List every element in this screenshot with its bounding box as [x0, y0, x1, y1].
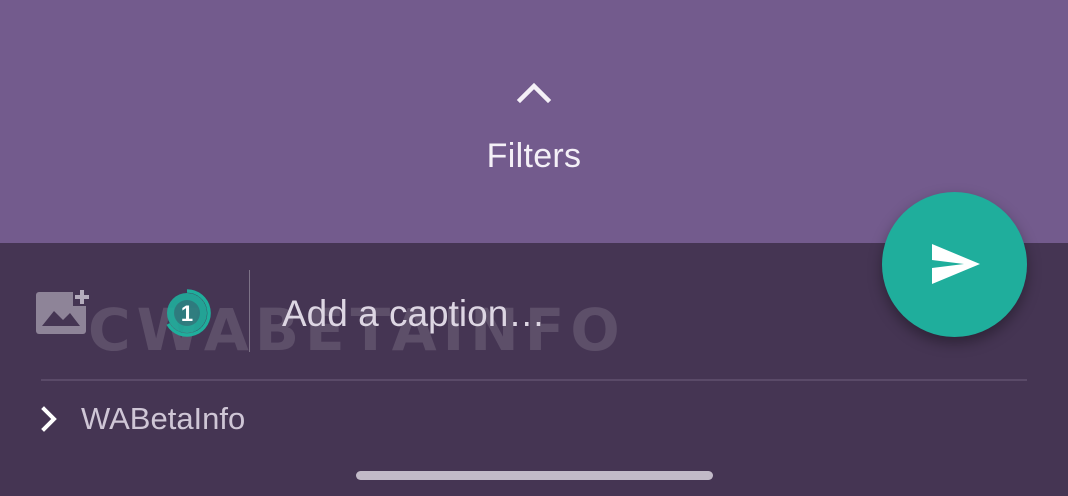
- caption-input[interactable]: [282, 284, 842, 344]
- send-button[interactable]: [882, 192, 1027, 337]
- section-divider: [41, 379, 1027, 381]
- view-once-number: 1: [181, 301, 193, 326]
- media-preview-screen: Filters CWABETAINFO 1 WABetaInfo: [0, 0, 1068, 496]
- view-once-icon[interactable]: 1: [160, 286, 214, 340]
- recipient-row[interactable]: WABetaInfo: [30, 396, 450, 442]
- chevron-right-icon: [41, 406, 57, 432]
- filters-toggle[interactable]: Filters: [434, 70, 634, 190]
- recipient-name: WABetaInfo: [81, 401, 246, 436]
- input-divider: [249, 270, 250, 352]
- home-indicator[interactable]: [356, 471, 713, 480]
- add-photo-icon[interactable]: [34, 286, 92, 336]
- filters-label: Filters: [486, 137, 582, 175]
- send-icon: [932, 244, 980, 284]
- chevron-up-icon: [516, 82, 552, 104]
